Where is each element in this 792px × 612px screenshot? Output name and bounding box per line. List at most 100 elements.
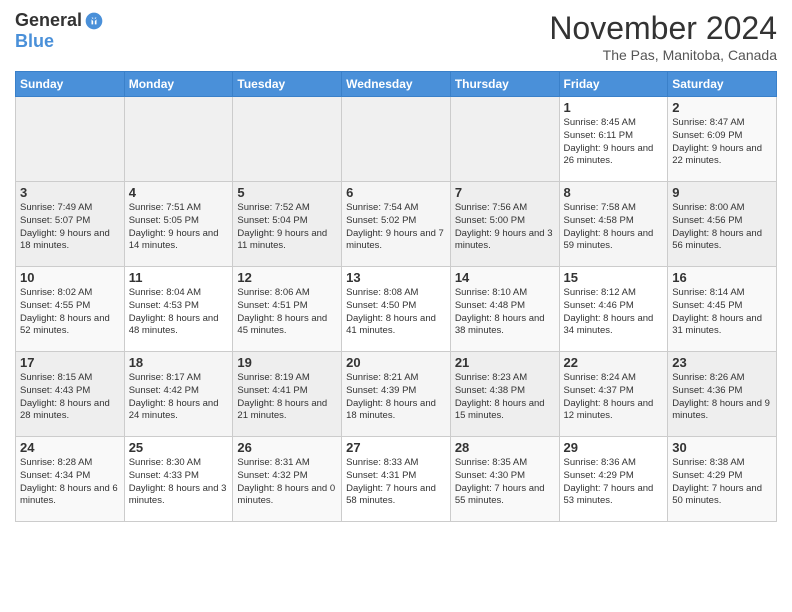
week-row-3: 10Sunrise: 8:02 AM Sunset: 4:55 PM Dayli… — [16, 267, 777, 352]
day-cell: 18 Sunrise: 8:17 AM Sunset: 4:42 PM Dayli… — [124, 352, 233, 437]
day-info: Sunrise: 8:26 AM Sunset: 4:36 PM Dayligh… — [672, 372, 772, 423]
day-info: Sunrise: 8:21 AM Sunset: 4:39 PM Dayligh… — [346, 372, 446, 423]
logo-blue: Blue — [15, 31, 104, 52]
day-cell: 7 Sunrise: 7:56 AM Sunset: 5:00 PM Daylig… — [450, 182, 559, 267]
location: The Pas, Manitoba, Canada — [549, 47, 777, 63]
week-row-1: 1Sunrise: 8:45 AM Sunset: 6:11 PM Daylig… — [16, 97, 777, 182]
day-number: 25 — [129, 440, 229, 455]
day-cell: 2Sunrise: 8:47 AM Sunset: 6:09 PM Daylig… — [668, 97, 777, 182]
day-info: Sunrise: 7:51 AM Sunset: 5:05 PM Dayligh… — [129, 202, 229, 253]
header-cell-wednesday: Wednesday — [342, 72, 451, 97]
day-number: 4 — [129, 185, 229, 200]
header-row: SundayMondayTuesdayWednesdayThursdayFrid… — [16, 72, 777, 97]
day-number: 22 — [564, 355, 664, 370]
day-number: 18 — [129, 355, 229, 370]
day-cell: 8 Sunrise: 7:58 AM Sunset: 4:58 PM Daylig… — [559, 182, 668, 267]
day-number: 3 — [20, 185, 120, 200]
day-info: Sunrise: 8:47 AM Sunset: 6:09 PM Dayligh… — [672, 117, 772, 168]
day-info: Sunrise: 8:10 AM Sunset: 4:48 PM Dayligh… — [455, 287, 555, 338]
calendar-table: SundayMondayTuesdayWednesdayThursdayFrid… — [15, 71, 777, 522]
week-row-2: 3 Sunrise: 7:49 AM Sunset: 5:07 PM Daylig… — [16, 182, 777, 267]
day-cell: 6 Sunrise: 7:54 AM Sunset: 5:02 PM Daylig… — [342, 182, 451, 267]
day-cell: 26Sunrise: 8:31 AM Sunset: 4:32 PM Dayli… — [233, 437, 342, 522]
day-number: 27 — [346, 440, 446, 455]
day-number: 12 — [237, 270, 337, 285]
day-info: Sunrise: 8:15 AM Sunset: 4:43 PM Dayligh… — [20, 372, 120, 423]
day-number: 23 — [672, 355, 772, 370]
day-cell: 1Sunrise: 8:45 AM Sunset: 6:11 PM Daylig… — [559, 97, 668, 182]
day-cell: 21Sunrise: 8:23 AM Sunset: 4:38 PM Dayli… — [450, 352, 559, 437]
day-number: 20 — [346, 355, 446, 370]
day-number: 7 — [455, 185, 555, 200]
day-info: Sunrise: 8:04 AM Sunset: 4:53 PM Dayligh… — [129, 287, 229, 338]
day-number: 16 — [672, 270, 772, 285]
day-cell: 29 Sunrise: 8:36 AM Sunset: 4:29 PM Dayli… — [559, 437, 668, 522]
day-cell: 11 Sunrise: 8:04 AM Sunset: 4:53 PM Dayli… — [124, 267, 233, 352]
day-info: Sunrise: 8:17 AM Sunset: 4:42 PM Dayligh… — [129, 372, 229, 423]
header-cell-tuesday: Tuesday — [233, 72, 342, 97]
day-info: Sunrise: 8:00 AM Sunset: 4:56 PM Dayligh… — [672, 202, 772, 253]
header-cell-sunday: Sunday — [16, 72, 125, 97]
day-info: Sunrise: 7:49 AM Sunset: 5:07 PM Dayligh… — [20, 202, 120, 253]
day-info: Sunrise: 8:45 AM Sunset: 6:11 PM Dayligh… — [564, 117, 664, 168]
day-info: Sunrise: 8:23 AM Sunset: 4:38 PM Dayligh… — [455, 372, 555, 423]
day-info: Sunrise: 8:35 AM Sunset: 4:30 PM Dayligh… — [455, 457, 555, 508]
day-cell: 17 Sunrise: 8:15 AM Sunset: 4:43 PM Dayli… — [16, 352, 125, 437]
week-row-4: 17 Sunrise: 8:15 AM Sunset: 4:43 PM Dayli… — [16, 352, 777, 437]
day-info: Sunrise: 8:30 AM Sunset: 4:33 PM Dayligh… — [129, 457, 229, 508]
day-number: 28 — [455, 440, 555, 455]
day-number: 30 — [672, 440, 772, 455]
day-cell: 16 Sunrise: 8:14 AM Sunset: 4:45 PM Dayli… — [668, 267, 777, 352]
day-info: Sunrise: 7:58 AM Sunset: 4:58 PM Dayligh… — [564, 202, 664, 253]
day-info: Sunrise: 8:06 AM Sunset: 4:51 PM Dayligh… — [237, 287, 337, 338]
day-number: 9 — [672, 185, 772, 200]
logo-icon — [84, 11, 104, 31]
day-number: 8 — [564, 185, 664, 200]
day-cell: 10Sunrise: 8:02 AM Sunset: 4:55 PM Dayli… — [16, 267, 125, 352]
day-cell — [124, 97, 233, 182]
day-cell: 24 Sunrise: 8:28 AM Sunset: 4:34 PM Dayli… — [16, 437, 125, 522]
day-number: 15 — [564, 270, 664, 285]
day-number: 29 — [564, 440, 664, 455]
day-info: Sunrise: 8:38 AM Sunset: 4:29 PM Dayligh… — [672, 457, 772, 508]
header-cell-monday: Monday — [124, 72, 233, 97]
day-number: 24 — [20, 440, 120, 455]
day-cell: 12 Sunrise: 8:06 AM Sunset: 4:51 PM Dayli… — [233, 267, 342, 352]
day-info: Sunrise: 8:02 AM Sunset: 4:55 PM Dayligh… — [20, 287, 120, 338]
logo: General Blue — [15, 10, 104, 52]
day-info: Sunrise: 8:14 AM Sunset: 4:45 PM Dayligh… — [672, 287, 772, 338]
day-number: 6 — [346, 185, 446, 200]
day-cell: 23 Sunrise: 8:26 AM Sunset: 4:36 PM Dayli… — [668, 352, 777, 437]
day-info: Sunrise: 7:56 AM Sunset: 5:00 PM Dayligh… — [455, 202, 555, 253]
day-cell: 3 Sunrise: 7:49 AM Sunset: 5:07 PM Daylig… — [16, 182, 125, 267]
day-number: 14 — [455, 270, 555, 285]
title-block: November 2024 The Pas, Manitoba, Canada — [549, 10, 777, 63]
day-cell: 27 Sunrise: 8:33 AM Sunset: 4:31 PM Dayli… — [342, 437, 451, 522]
day-cell — [16, 97, 125, 182]
day-cell: 15Sunrise: 8:12 AM Sunset: 4:46 PM Dayli… — [559, 267, 668, 352]
day-number: 13 — [346, 270, 446, 285]
day-info: Sunrise: 7:54 AM Sunset: 5:02 PM Dayligh… — [346, 202, 446, 253]
logo-general: General — [15, 10, 82, 31]
day-info: Sunrise: 7:52 AM Sunset: 5:04 PM Dayligh… — [237, 202, 337, 253]
day-number: 17 — [20, 355, 120, 370]
day-cell: 22 Sunrise: 8:24 AM Sunset: 4:37 PM Dayli… — [559, 352, 668, 437]
day-info: Sunrise: 8:24 AM Sunset: 4:37 PM Dayligh… — [564, 372, 664, 423]
day-number: 26 — [237, 440, 337, 455]
day-cell: 30 Sunrise: 8:38 AM Sunset: 4:29 PM Dayli… — [668, 437, 777, 522]
day-cell: 9 Sunrise: 8:00 AM Sunset: 4:56 PM Daylig… — [668, 182, 777, 267]
day-info: Sunrise: 8:33 AM Sunset: 4:31 PM Dayligh… — [346, 457, 446, 508]
day-cell — [233, 97, 342, 182]
logo-text: General — [15, 10, 104, 31]
day-cell: 28 Sunrise: 8:35 AM Sunset: 4:30 PM Dayli… — [450, 437, 559, 522]
day-cell: 19Sunrise: 8:19 AM Sunset: 4:41 PM Dayli… — [233, 352, 342, 437]
day-info: Sunrise: 8:36 AM Sunset: 4:29 PM Dayligh… — [564, 457, 664, 508]
day-cell: 25 Sunrise: 8:30 AM Sunset: 4:33 PM Dayli… — [124, 437, 233, 522]
header-cell-thursday: Thursday — [450, 72, 559, 97]
day-number: 11 — [129, 270, 229, 285]
day-info: Sunrise: 8:19 AM Sunset: 4:41 PM Dayligh… — [237, 372, 337, 423]
month-title: November 2024 — [549, 10, 777, 47]
day-info: Sunrise: 8:28 AM Sunset: 4:34 PM Dayligh… — [20, 457, 120, 508]
day-cell: 13Sunrise: 8:08 AM Sunset: 4:50 PM Dayli… — [342, 267, 451, 352]
header-cell-friday: Friday — [559, 72, 668, 97]
